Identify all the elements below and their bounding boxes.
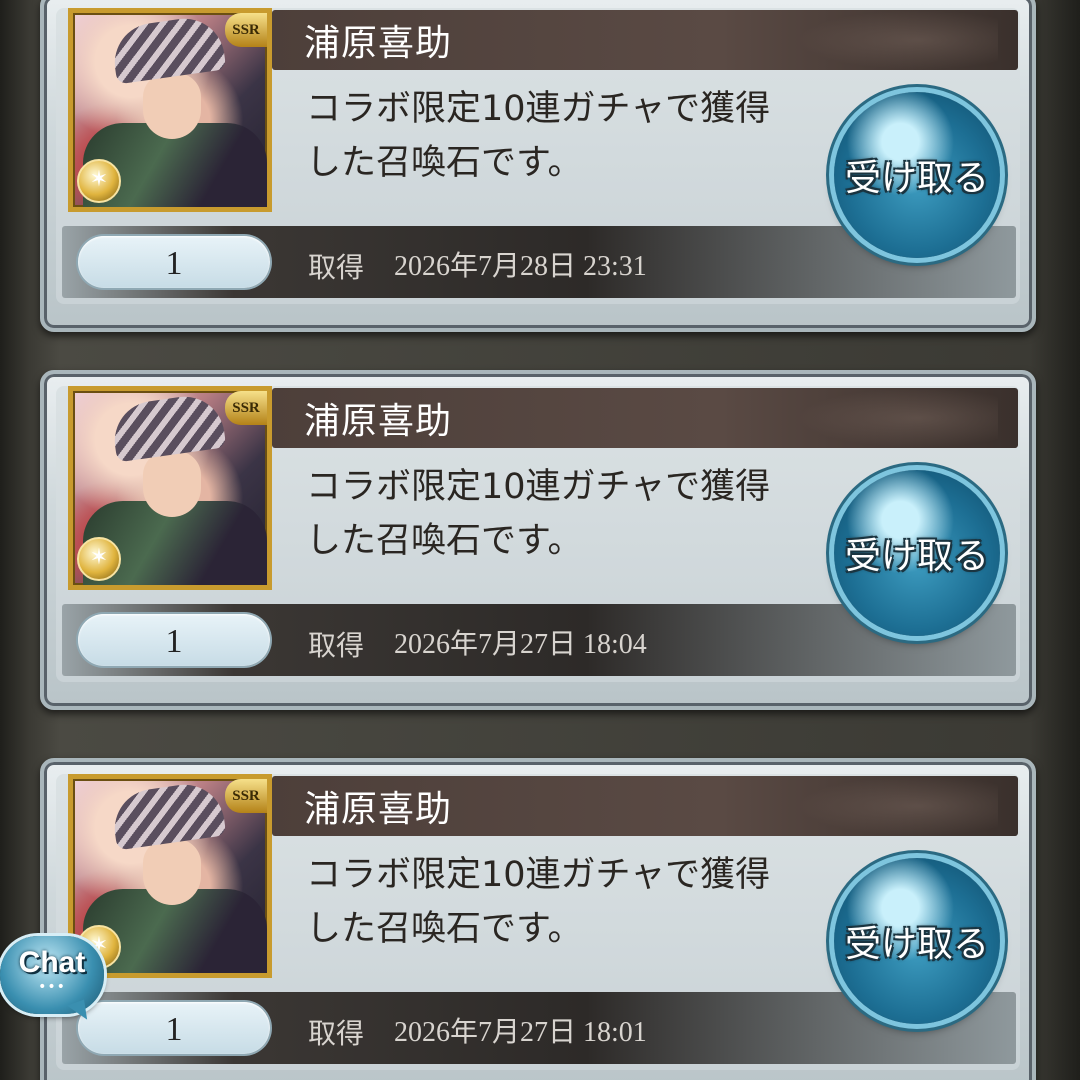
item-quantity: 1: [78, 1002, 270, 1054]
item-name: 浦原喜助: [304, 401, 453, 442]
item-description: コラボ限定10連ガチャで獲得 した召喚石です。: [306, 467, 771, 561]
acquired-date: 2026年7月27日 18:01: [394, 1017, 647, 1048]
chat-button[interactable]: Chat •••: [0, 936, 104, 1014]
acquired-label: 取得: [308, 1017, 365, 1050]
summon-portrait: SSR ✶: [68, 8, 272, 212]
receive-button[interactable]: 受け取る: [834, 858, 1000, 1024]
present-box-list: SSR ✶ 浦原喜助 コラボ限定10連ガチャで獲得 した召喚石です。 1 取得 …: [0, 0, 1080, 1080]
chat-dots-icon: •••: [38, 979, 66, 995]
light-element-icon: ✶: [77, 537, 121, 581]
item-name: 浦原喜助: [304, 789, 453, 830]
receive-button-label: 受け取る: [844, 924, 989, 965]
receive-button-label: 受け取る: [844, 536, 989, 577]
acquired-date: 2026年7月28日 23:31: [394, 251, 647, 282]
receive-button[interactable]: 受け取る: [834, 92, 1000, 258]
item-quantity: 1: [78, 236, 270, 288]
item-name: 浦原喜助: [304, 23, 453, 64]
rarity-badge: SSR: [225, 13, 267, 47]
receive-button-label: 受け取る: [844, 158, 989, 199]
summon-portrait: SSR ✶: [68, 386, 272, 590]
acquired-date: 2026年7月27日 18:04: [394, 629, 647, 660]
chat-label: Chat: [18, 946, 86, 979]
acquired-label: 取得: [308, 251, 365, 284]
item-description: コラボ限定10連ガチャで獲得 した召喚石です。: [306, 89, 771, 183]
acquired-label: 取得: [308, 629, 365, 662]
receive-button[interactable]: 受け取る: [834, 470, 1000, 636]
item-quantity: 1: [78, 614, 270, 666]
present-item-card: SSR ✶ 浦原喜助 コラボ限定10連ガチャで獲得 した召喚石です。 1 取得 …: [40, 758, 1036, 1080]
present-item-card: SSR ✶ 浦原喜助 コラボ限定10連ガチャで獲得 した召喚石です。 1 取得 …: [40, 0, 1036, 332]
light-element-icon: ✶: [77, 159, 121, 203]
rarity-badge: SSR: [225, 391, 267, 425]
rarity-badge: SSR: [225, 779, 267, 813]
present-item-card: SSR ✶ 浦原喜助 コラボ限定10連ガチャで獲得 した召喚石です。 1 取得 …: [40, 370, 1036, 710]
item-description: コラボ限定10連ガチャで獲得 した召喚石です。: [306, 855, 771, 949]
